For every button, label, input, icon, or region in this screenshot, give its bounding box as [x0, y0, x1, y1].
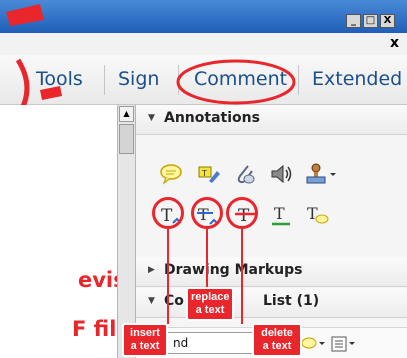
delete-callout-connector: [241, 229, 243, 324]
vertical-scrollbar[interactable]: ▲: [117, 105, 136, 358]
insert-text-callout: insert a text: [122, 323, 168, 357]
svg-text:T: T: [274, 204, 285, 223]
find-input-value: nd: [173, 336, 189, 350]
chevron-right-icon: ▶: [148, 265, 155, 275]
insert-tool-highlight-ring: [152, 197, 184, 229]
document-area: evise F file?: [0, 105, 143, 358]
chevron-down-icon: ▼: [148, 296, 155, 306]
scroll-up-arrow-icon[interactable]: ▲: [119, 106, 134, 122]
annotations-header[interactable]: ▼ Annotations: [136, 105, 407, 135]
replace-tool-highlight-ring: [191, 197, 223, 229]
chevron-down-icon: ▼: [148, 113, 155, 123]
record-audio-icon[interactable]: [268, 161, 294, 187]
replace-callout-connector: [206, 229, 208, 289]
annotation-tools-row-1: T: [136, 161, 407, 201]
drawing-markups-label: Drawing Markups: [164, 262, 303, 278]
comments-list-header[interactable]: ▼ Co List (1): [136, 288, 407, 318]
scroll-thumb[interactable]: [119, 124, 134, 154]
sticky-note-icon[interactable]: [158, 161, 184, 187]
filter-comments-icon[interactable]: [300, 334, 326, 354]
highlight-text-icon[interactable]: T: [195, 161, 221, 187]
comment-panel: ▼ Annotations T T T T T T ▶ Drawing Mark…: [136, 105, 407, 358]
delete-tool-highlight-ring: [226, 197, 258, 229]
drawing-markups-header[interactable]: ▶ Drawing Markups: [136, 257, 407, 287]
add-stamp-icon[interactable]: [304, 161, 340, 187]
replace-text-callout: replace a text: [186, 287, 234, 321]
red-brush-stroke: [6, 4, 44, 26]
red-brush-stroke: [40, 86, 62, 100]
insert-callout-connector: [167, 229, 169, 324]
text-comment-icon[interactable]: T: [304, 202, 330, 228]
attach-file-icon[interactable]: [232, 161, 258, 187]
options-menu-icon[interactable]: [330, 334, 356, 354]
annotations-label: Annotations: [164, 110, 260, 126]
delete-text-callout: delete a text: [252, 323, 302, 357]
svg-text:T: T: [201, 169, 207, 178]
comments-list-label-suffix: List (1): [263, 293, 320, 309]
underline-text-icon[interactable]: T: [268, 202, 294, 228]
comment-tab-highlight: [176, 59, 296, 105]
